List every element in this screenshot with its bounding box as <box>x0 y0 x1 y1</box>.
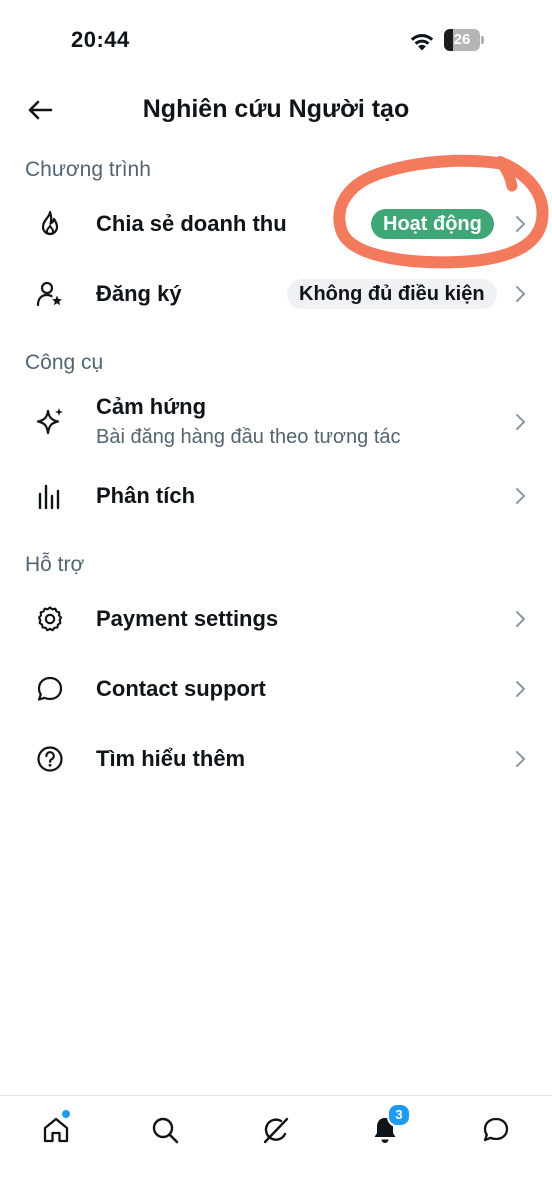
row-learn-more[interactable]: Tìm hiểu thêm <box>0 725 552 793</box>
chevron-right-icon <box>516 611 525 627</box>
battery-level: 26 <box>453 31 471 48</box>
bar-chart-icon <box>35 481 65 511</box>
chevron-right-icon <box>516 488 525 504</box>
status-time: 20:44 <box>71 27 130 52</box>
section-title-tools: Công cụ <box>25 351 104 374</box>
gear-icon <box>35 604 65 634</box>
nav-notifications[interactable]: 3 <box>365 1103 411 1150</box>
nav-messages[interactable] <box>476 1110 516 1150</box>
chevron-right-icon <box>516 751 525 767</box>
row-label: Phân tích <box>96 483 196 508</box>
status-badge-ineligible: Không đủ điều kiện <box>287 279 497 309</box>
notifications-count-badge: 3 <box>387 1103 411 1127</box>
row-subscriptions[interactable]: Đăng ký Không đủ điều kiện <box>0 260 552 328</box>
battery-indicator: 26 <box>444 29 484 51</box>
nav-search[interactable] <box>145 1110 185 1150</box>
row-revenue-sharing[interactable]: Chia sẻ doanh thu Hoạt động <box>0 190 552 258</box>
header: Nghiên cứu Người tạo <box>0 80 552 140</box>
home-icon <box>43 1117 69 1143</box>
person-star-icon <box>35 279 65 309</box>
chevron-right-icon <box>516 414 525 430</box>
nav-grok[interactable] <box>256 1110 296 1150</box>
bottom-nav: 3 <box>0 1095 552 1200</box>
row-label: Chia sẻ doanh thu <box>96 211 287 236</box>
messages-icon <box>483 1117 509 1142</box>
status-badge-active: Hoạt động <box>371 209 494 239</box>
row-contact-support[interactable]: Contact support <box>0 655 552 723</box>
row-label: Cảm hứng <box>96 394 207 419</box>
grok-icon <box>263 1117 289 1144</box>
row-payment-settings[interactable]: Payment settings <box>0 585 552 653</box>
section-title-support: Hỗ trợ <box>25 553 85 576</box>
row-analytics[interactable]: Phân tích <box>0 462 552 530</box>
chat-bubble-icon <box>35 674 65 704</box>
chevron-right-icon <box>516 681 525 697</box>
home-unread-dot <box>62 1110 70 1118</box>
row-label: Đăng ký <box>96 281 182 306</box>
row-label: Contact support <box>96 676 266 701</box>
row-inspiration[interactable]: Cảm hứng Bài đăng hàng đầu theo tương tá… <box>0 384 552 460</box>
search-icon <box>152 1117 179 1144</box>
question-circle-icon <box>35 744 65 774</box>
chevron-right-icon <box>516 216 525 232</box>
section-title-program: Chương trình <box>25 158 151 181</box>
wifi-icon <box>410 34 434 51</box>
page-title: Nghiên cứu Người tạo <box>142 95 410 123</box>
row-subtitle: Bài đăng hàng đầu theo tương tác <box>96 426 401 448</box>
row-label: Payment settings <box>96 606 279 631</box>
flame-icon <box>35 209 65 239</box>
nav-home[interactable] <box>36 1110 76 1150</box>
sparkle-icon <box>35 406 65 436</box>
row-label: Tìm hiểu thêm <box>96 746 246 771</box>
chevron-right-icon <box>516 286 525 302</box>
status-bar: 20:44 26 <box>0 0 552 80</box>
